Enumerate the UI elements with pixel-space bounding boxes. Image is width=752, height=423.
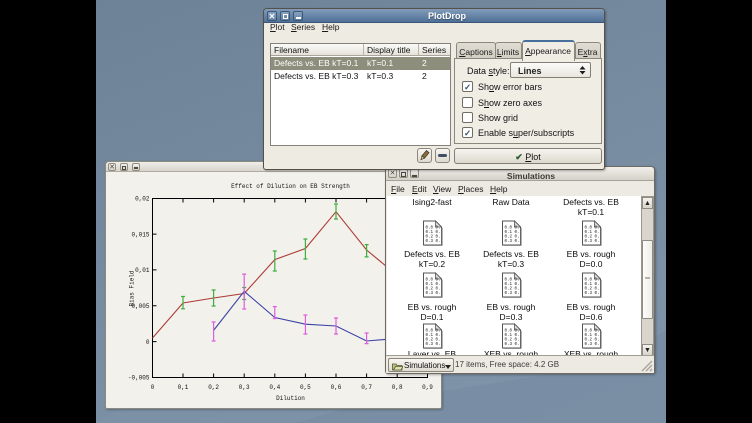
svg-text:0,1: 0,1 (178, 384, 189, 391)
svg-text:0,015: 0,015 (131, 231, 149, 238)
svg-text:0: 0 (146, 339, 150, 346)
svg-text:0,2: 0,2 (208, 384, 219, 391)
svg-text:0,9: 0,9 (422, 384, 433, 391)
svg-text:0: 0 (151, 384, 155, 391)
svg-text:-0,005: -0,005 (128, 375, 150, 382)
svg-text:Effect of Dilution on EB Stren: Effect of Dilution on EB Strength (231, 183, 350, 190)
svg-text:0,4: 0,4 (269, 384, 280, 391)
svg-text:0,01: 0,01 (135, 267, 150, 274)
svg-text:0,5: 0,5 (300, 384, 311, 391)
svg-text:0,3: 0,3 (239, 384, 250, 391)
svg-text:0,6: 0,6 (331, 384, 342, 391)
svg-text:Dilution: Dilution (276, 395, 305, 402)
svg-text:0,02: 0,02 (135, 196, 150, 203)
svg-text:Bias Field: Bias Field (129, 270, 136, 306)
svg-text:0,7: 0,7 (361, 384, 372, 391)
svg-text:0,8: 0,8 (392, 384, 403, 391)
